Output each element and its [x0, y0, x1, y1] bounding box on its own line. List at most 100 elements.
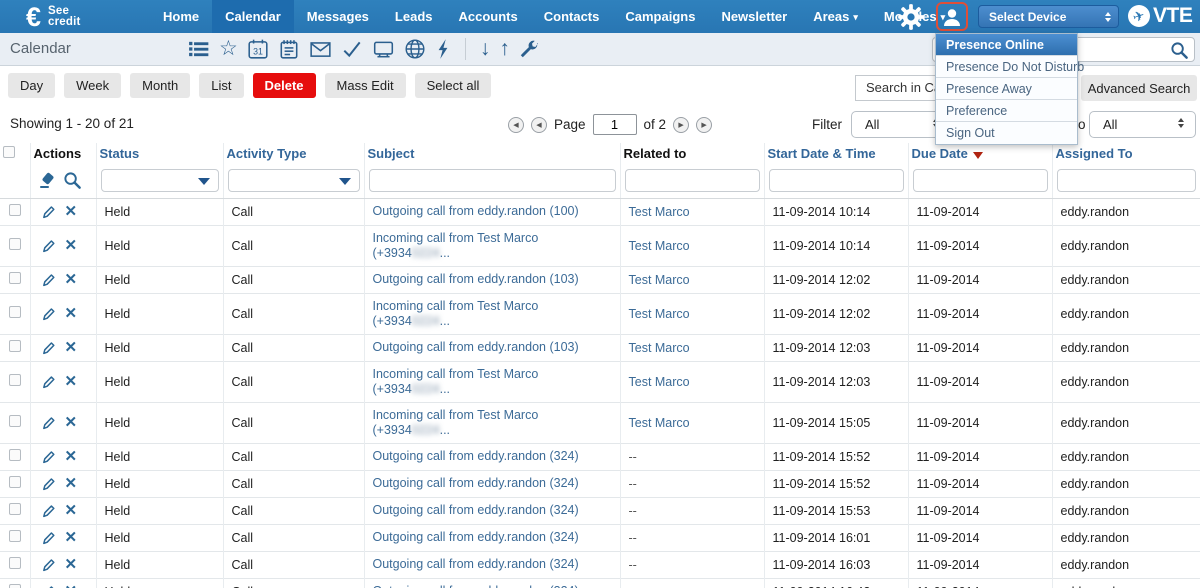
nav-item-areas[interactable]: Areas▾	[800, 0, 871, 33]
subject-link[interactable]: Incoming call from Test Marco	[373, 231, 612, 246]
delete-row-icon[interactable]: ✕	[65, 558, 78, 572]
calendar-icon[interactable]: 31	[247, 38, 269, 60]
apply-filter-search-icon[interactable]	[63, 171, 82, 190]
row-checkbox[interactable]	[9, 557, 21, 569]
row-checkbox[interactable]	[9, 306, 21, 318]
row-checkbox[interactable]	[9, 415, 21, 427]
row-checkbox[interactable]	[9, 272, 21, 284]
row-checkbox[interactable]	[9, 449, 21, 461]
settings-button[interactable]	[897, 3, 925, 31]
edit-icon[interactable]	[41, 340, 57, 356]
filter2-dropdown[interactable]: All	[1089, 111, 1196, 138]
delete-row-icon[interactable]: ✕	[65, 239, 78, 253]
subject-link[interactable]: Outgoing call from eddy.randon (100)	[373, 204, 612, 219]
col-header-subject[interactable]: Subject	[364, 143, 620, 164]
last-page-button[interactable]: ▶	[696, 117, 712, 133]
subject-link[interactable]: Outgoing call from eddy.randon (324)	[373, 530, 612, 545]
nav-item-contacts[interactable]: Contacts	[531, 0, 613, 33]
activity-type-filter-select[interactable]	[228, 169, 360, 192]
check-icon[interactable]	[341, 38, 363, 60]
menu-item-preference[interactable]: Preference	[936, 100, 1077, 122]
col-header-status[interactable]: Status	[96, 143, 223, 164]
subject-link[interactable]: Incoming call from Test Marco	[373, 408, 612, 423]
star-icon[interactable]: ☆	[219, 37, 238, 61]
edit-icon[interactable]	[41, 503, 57, 519]
related-to-value[interactable]: Test Marco	[629, 375, 690, 389]
status-filter-select[interactable]	[101, 169, 219, 192]
wrench-icon[interactable]	[519, 39, 540, 60]
subject-line2[interactable]: (+39340224...	[373, 314, 612, 329]
menu-item-sign-out[interactable]: Sign Out	[936, 122, 1077, 144]
delete-button[interactable]: Delete	[253, 73, 316, 98]
row-checkbox[interactable]	[9, 374, 21, 386]
nav-item-campaigns[interactable]: Campaigns	[612, 0, 708, 33]
related-to-value[interactable]: Test Marco	[629, 205, 690, 219]
row-checkbox[interactable]	[9, 340, 21, 352]
related-to-value[interactable]: Test Marco	[629, 307, 690, 321]
select-all-checkbox[interactable]	[3, 146, 15, 158]
start-date-filter-input[interactable]	[769, 169, 904, 192]
delete-row-icon[interactable]: ✕	[65, 341, 78, 355]
subject-link[interactable]: Incoming call from Test Marco	[373, 299, 612, 314]
globe-icon[interactable]	[404, 38, 426, 60]
due-date-filter-input[interactable]	[913, 169, 1048, 192]
nav-item-messages[interactable]: Messages	[294, 0, 382, 33]
week-button[interactable]: Week	[64, 73, 121, 98]
day-button[interactable]: Day	[8, 73, 55, 98]
advanced-search-button[interactable]: Advanced Search	[1081, 75, 1197, 101]
user-menu-button[interactable]	[936, 2, 968, 31]
delete-row-icon[interactable]: ✕	[65, 585, 78, 588]
page-number-input[interactable]	[593, 114, 637, 135]
clear-filter-icon[interactable]	[39, 172, 57, 190]
row-checkbox[interactable]	[9, 476, 21, 488]
row-checkbox[interactable]	[9, 530, 21, 542]
related-to-filter-input[interactable]	[625, 169, 760, 192]
select-all-button[interactable]: Select all	[415, 73, 492, 98]
edit-icon[interactable]	[41, 476, 57, 492]
menu-item-presence-online[interactable]: Presence Online	[936, 34, 1077, 56]
subject-link[interactable]: Outgoing call from eddy.randon (324)	[373, 449, 612, 464]
subject-link[interactable]: Outgoing call from eddy.randon (103)	[373, 272, 612, 287]
nav-item-accounts[interactable]: Accounts	[446, 0, 531, 33]
related-to-value[interactable]: Test Marco	[629, 273, 690, 287]
edit-icon[interactable]	[41, 306, 57, 322]
list-button[interactable]: List	[199, 73, 243, 98]
subject-link[interactable]: Incoming call from Test Marco	[373, 367, 612, 382]
nav-item-newsletter[interactable]: Newsletter	[708, 0, 800, 33]
menu-item-presence-away[interactable]: Presence Away	[936, 78, 1077, 100]
related-to-value[interactable]: Test Marco	[629, 341, 690, 355]
arrow-down-icon[interactable]: ↓	[480, 37, 491, 61]
delete-row-icon[interactable]: ✕	[65, 504, 78, 518]
subject-filter-input[interactable]	[369, 169, 616, 192]
edit-icon[interactable]	[41, 584, 57, 588]
mass-edit-button[interactable]: Mass Edit	[325, 73, 406, 98]
chat-icon[interactable]	[372, 38, 395, 60]
notes-icon[interactable]	[278, 38, 300, 60]
row-checkbox[interactable]	[9, 204, 21, 216]
subject-line2[interactable]: (+39340224...	[373, 246, 612, 261]
edit-icon[interactable]	[41, 238, 57, 254]
bolt-icon[interactable]	[435, 38, 451, 60]
search-icon[interactable]	[1170, 41, 1189, 60]
subject-line2[interactable]: (+39340224...	[373, 423, 612, 438]
mail-icon[interactable]	[309, 38, 332, 60]
prev-page-button[interactable]: ◀	[531, 117, 547, 133]
subject-link[interactable]: Outgoing call from eddy.randon (324)	[373, 476, 612, 491]
edit-icon[interactable]	[41, 374, 57, 390]
col-header-start-date[interactable]: Start Date & Time	[764, 143, 908, 164]
nav-item-calendar[interactable]: Calendar	[212, 0, 294, 33]
row-checkbox[interactable]	[9, 584, 21, 588]
subject-link[interactable]: Outgoing call from eddy.randon (324)	[373, 503, 612, 518]
subject-link[interactable]: Outgoing call from eddy.randon (103)	[373, 340, 612, 355]
related-to-value[interactable]: Test Marco	[629, 239, 690, 253]
month-button[interactable]: Month	[130, 73, 190, 98]
col-header-activity-type[interactable]: Activity Type	[223, 143, 364, 164]
delete-row-icon[interactable]: ✕	[65, 375, 78, 389]
menu-item-presence-dnd[interactable]: Presence Do Not Disturb	[936, 56, 1077, 78]
edit-icon[interactable]	[41, 204, 57, 220]
edit-icon[interactable]	[41, 530, 57, 546]
delete-row-icon[interactable]: ✕	[65, 205, 78, 219]
delete-row-icon[interactable]: ✕	[65, 307, 78, 321]
nav-item-leads[interactable]: Leads	[382, 0, 446, 33]
brand-logo[interactable]: € Seecredit	[26, 0, 81, 33]
